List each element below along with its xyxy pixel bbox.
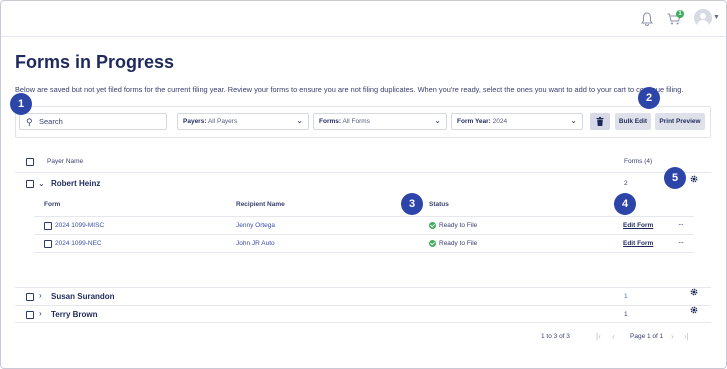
- top-bar: [1, 1, 726, 37]
- divider: [34, 252, 694, 253]
- form-row-checkbox[interactable]: [44, 240, 52, 248]
- form-year-dropdown[interactable]: Form Year: 2024 ⌄: [451, 113, 583, 130]
- chevron-down-icon: ⌄: [570, 116, 577, 125]
- status-text: Ready to File: [439, 240, 478, 247]
- select-all-checkbox[interactable]: [26, 158, 34, 166]
- column-header-payer-name[interactable]: Payer Name: [47, 158, 83, 165]
- payer-name[interactable]: Robert Heinz: [51, 179, 100, 188]
- cart-count-badge: 1: [676, 10, 684, 18]
- payer-name[interactable]: Susan Surandon: [51, 292, 115, 301]
- more-options-icon[interactable]: ···: [678, 220, 684, 229]
- user-avatar-icon[interactable]: [694, 9, 712, 27]
- forms-count: 1: [624, 293, 628, 300]
- chevron-right-icon[interactable]: ›: [39, 309, 42, 318]
- expanded-forms-panel: [15, 192, 711, 288]
- divider: [34, 234, 694, 235]
- trash-icon: [596, 117, 604, 126]
- form-type[interactable]: 2024 1099-MISC: [55, 222, 104, 229]
- more-options-icon[interactable]: ···: [678, 238, 684, 247]
- callout-marker-3: 3: [401, 193, 423, 215]
- chevron-right-icon[interactable]: ›: [39, 291, 42, 300]
- form-year-label: Form Year:: [457, 118, 491, 125]
- previous-page-icon[interactable]: ‹: [612, 332, 615, 341]
- divider: [15, 322, 711, 323]
- first-page-icon[interactable]: |‹: [596, 332, 601, 341]
- forms-dropdown[interactable]: Forms: All Forms ⌄: [313, 113, 447, 130]
- payer-name[interactable]: Terry Brown: [51, 310, 98, 319]
- search-placeholder: Search: [39, 117, 63, 126]
- callout-marker-1: 1: [10, 93, 32, 115]
- check-circle-icon: [429, 222, 436, 229]
- callout-marker-2: 2: [638, 87, 660, 109]
- column-header-forms[interactable]: Forms (4): [624, 158, 652, 165]
- row-checkbox[interactable]: [26, 311, 34, 319]
- delete-button[interactable]: [590, 113, 610, 130]
- pagination-range: 1 to 3 of 3: [541, 333, 570, 340]
- callout-marker-4: 4: [614, 193, 636, 215]
- last-page-icon[interactable]: ›|: [684, 332, 689, 341]
- print-preview-button[interactable]: Print Preview: [655, 113, 705, 130]
- recipient-name[interactable]: John JR Auto: [236, 240, 275, 247]
- next-page-icon[interactable]: ›: [671, 332, 674, 341]
- form-type[interactable]: 2024 1099-NEC: [55, 240, 102, 247]
- form-row-checkbox[interactable]: [44, 222, 52, 230]
- payers-dropdown[interactable]: Payers: All Payers ⌄: [177, 113, 309, 130]
- forms-value: All Forms: [342, 118, 370, 125]
- gear-icon[interactable]: [690, 306, 698, 314]
- status-text: Ready to File: [439, 222, 478, 229]
- gear-icon[interactable]: [690, 288, 698, 296]
- chevron-down-icon: ⌄: [296, 116, 303, 125]
- chevron-down-icon[interactable]: ⌄: [38, 179, 45, 188]
- divider: [34, 216, 694, 217]
- bell-icon[interactable]: [639, 11, 655, 27]
- recipient-name[interactable]: Jenny Ortega: [236, 222, 275, 229]
- form-year-value: 2024: [492, 118, 508, 125]
- subcolumn-header-status: Status: [429, 201, 449, 208]
- pagination-page: Page 1 of 1: [630, 333, 664, 340]
- divider: [15, 172, 711, 173]
- forms-count: 1: [624, 311, 628, 318]
- page-description: Below are saved but not yet filed forms …: [15, 85, 684, 94]
- chevron-down-icon[interactable]: ▼: [713, 14, 720, 21]
- chevron-down-icon: ⌄: [434, 116, 441, 125]
- check-circle-icon: [429, 240, 436, 247]
- subcolumn-header-form: Form: [44, 201, 61, 208]
- forms-label: Forms:: [319, 118, 342, 125]
- subcolumn-header-recipient: Recipient Name: [236, 201, 285, 208]
- payers-value: All Payers: [207, 118, 238, 125]
- divider: [15, 287, 711, 288]
- bulk-edit-button[interactable]: Bulk Edit: [615, 113, 651, 130]
- edit-form-link[interactable]: Edit Form: [623, 240, 653, 247]
- callout-marker-5: 5: [664, 167, 686, 189]
- forms-count: 2: [624, 180, 628, 187]
- page-title: Forms in Progress: [15, 52, 175, 72]
- edit-form-link[interactable]: Edit Form: [623, 222, 653, 229]
- row-checkbox[interactable]: [26, 180, 34, 188]
- search-icon: ⚲: [26, 117, 33, 127]
- payers-label: Payers:: [183, 118, 207, 125]
- divider: [15, 305, 711, 306]
- search-input[interactable]: ⚲ Search: [19, 113, 167, 130]
- row-checkbox[interactable]: [26, 293, 34, 301]
- gear-icon[interactable]: [690, 175, 698, 183]
